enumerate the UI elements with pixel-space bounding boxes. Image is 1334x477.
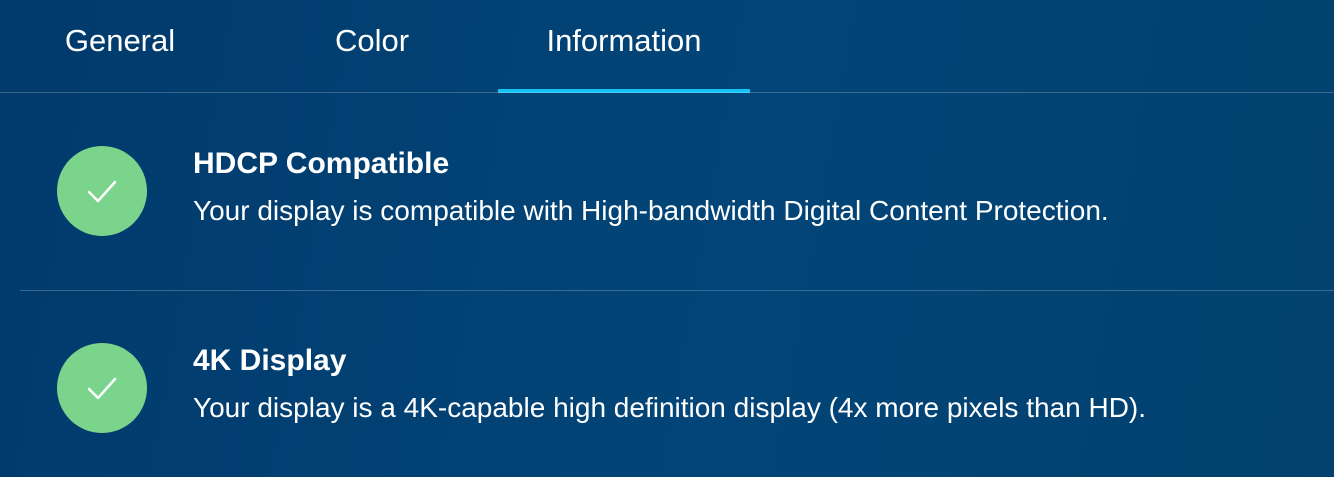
tab-general[interactable]: General: [0, 0, 240, 93]
tab-general-label: General: [64, 23, 176, 58]
info-item-title: HDCP Compatible: [193, 147, 450, 180]
tab-color-label: Color: [334, 23, 410, 58]
info-item-hdcp: HDCP Compatible Your display is compatib…: [0, 93, 1334, 290]
info-item-description: Your display is a 4K-capable high defini…: [193, 392, 1147, 423]
tab-bar: General Color Information: [0, 0, 1334, 93]
info-item-description: Your display is compatible with High-ban…: [193, 195, 1109, 226]
tab-color[interactable]: Color: [248, 0, 496, 93]
info-item-4k: 4K Display Your display is a 4K-capable …: [0, 291, 1334, 477]
info-item-title: 4K Display: [193, 344, 347, 377]
tab-information-label: Information: [546, 23, 702, 58]
tab-information[interactable]: Information: [498, 0, 750, 93]
check-circle-icon: [57, 146, 147, 236]
check-circle-icon: [57, 343, 147, 433]
